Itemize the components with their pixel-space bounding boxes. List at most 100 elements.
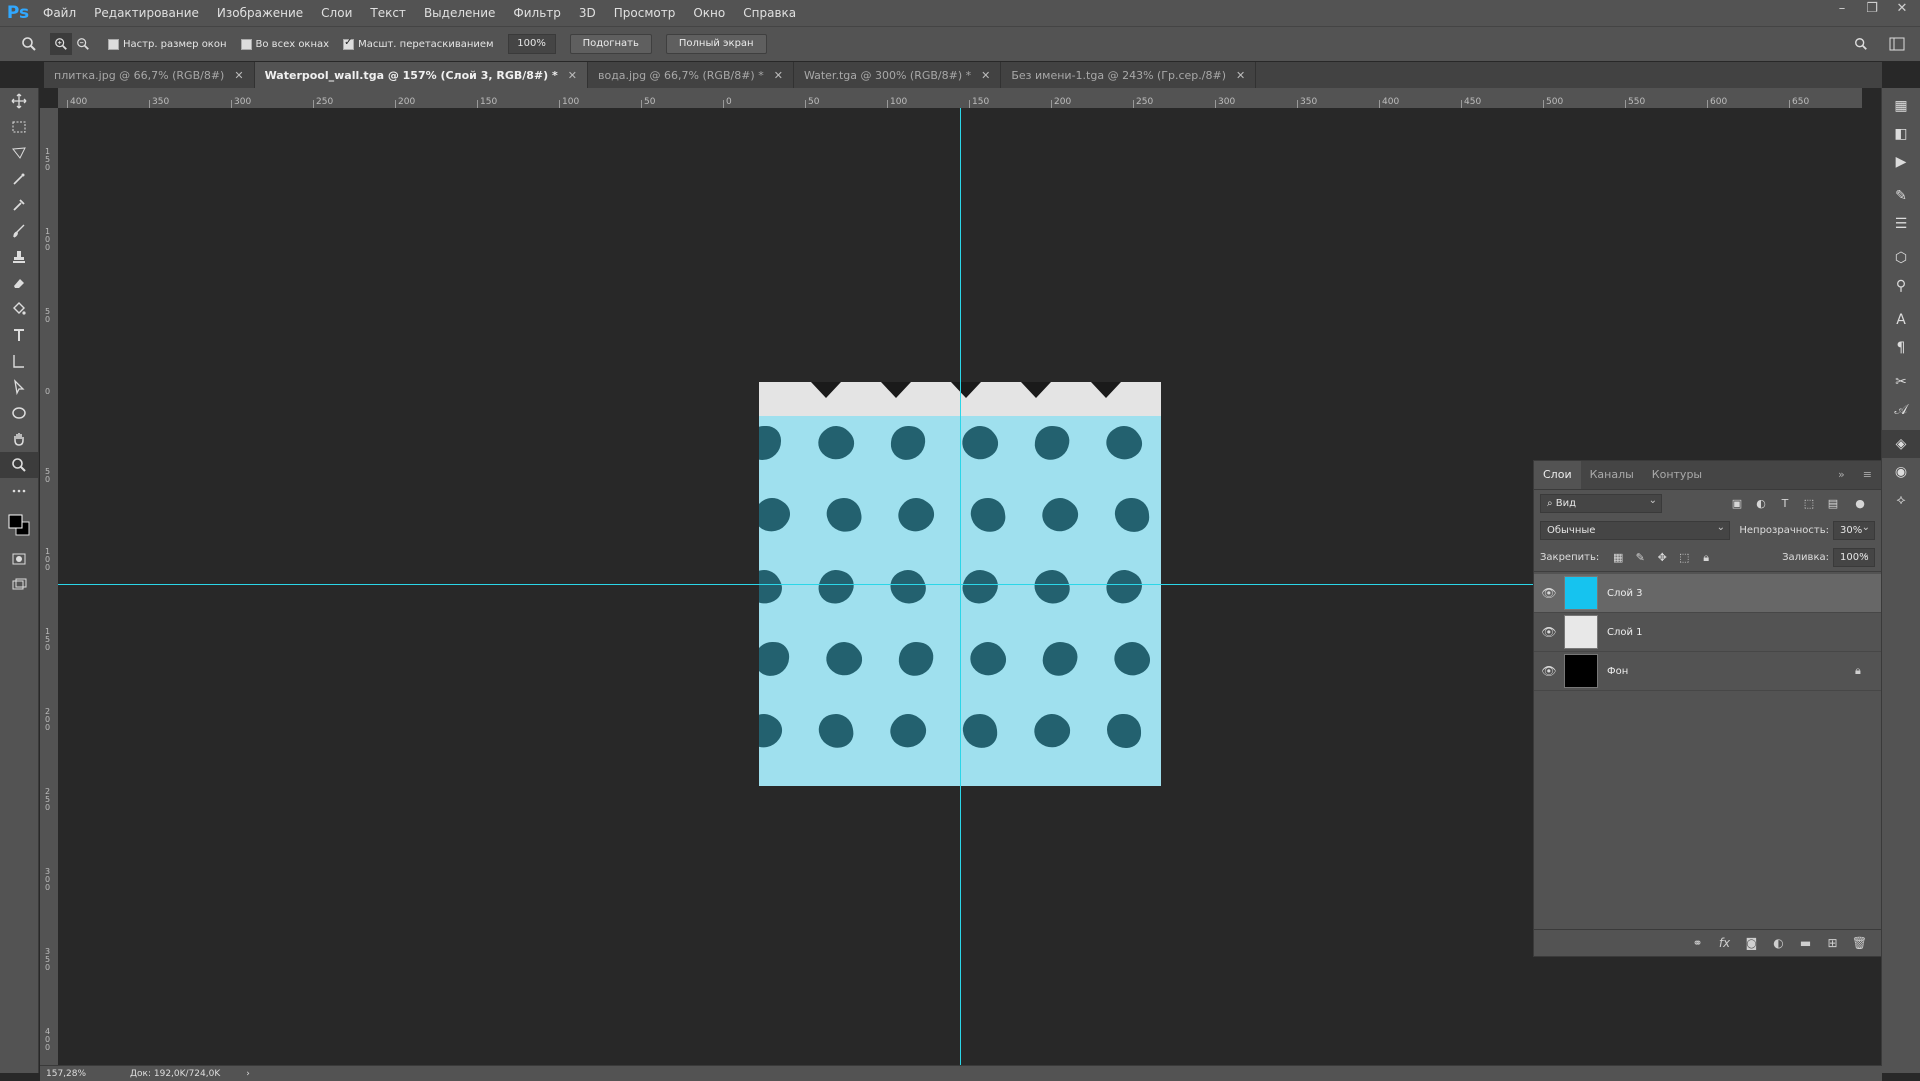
clone-source-icon[interactable]: ⚲ — [1882, 272, 1920, 300]
eraser-tool-icon[interactable] — [0, 270, 38, 296]
workspace-icon[interactable] — [1886, 33, 1908, 55]
menu-item[interactable]: Файл — [34, 6, 85, 20]
document-tab[interactable]: Water.tga @ 300% (RGB/8#) * ✕ — [794, 62, 1002, 88]
link-layers-icon[interactable]: ⚭ — [1684, 936, 1711, 950]
search-icon[interactable] — [1850, 33, 1872, 55]
menu-item[interactable]: Фильтр — [504, 6, 569, 20]
visibility-eye-icon[interactable]: 👁︎ — [1534, 625, 1564, 639]
minimize-button[interactable]: – — [1828, 0, 1856, 18]
filter-pixel-icon[interactable]: ▣ — [1725, 497, 1749, 510]
adjustments-icon[interactable]: ☰ — [1882, 210, 1920, 238]
checkbox-box-checked[interactable] — [343, 37, 355, 50]
close-window-button[interactable]: ✕ — [1888, 0, 1916, 18]
filter-type-icon[interactable]: T — [1773, 497, 1797, 510]
menu-item[interactable]: Просмотр — [605, 6, 685, 20]
3d-panel-icon[interactable]: ⬡ — [1882, 244, 1920, 272]
vertical-guide[interactable] — [960, 108, 961, 1065]
checkbox-box[interactable] — [240, 38, 252, 50]
tool-presets-icon[interactable]: ✂ — [1882, 368, 1920, 396]
channels-panel-icon[interactable]: ◉ — [1882, 458, 1920, 486]
screen-mode-icon[interactable] — [0, 572, 38, 598]
menu-item[interactable]: Окно — [684, 6, 734, 20]
menu-item[interactable]: Выделение — [415, 6, 504, 20]
layers-panel-icon[interactable]: ◈ — [1882, 430, 1920, 458]
eyedropper-tool-icon[interactable] — [0, 192, 38, 218]
delete-layer-trash-icon[interactable]: 🗑︎ — [1846, 936, 1873, 950]
lock-artboard-icon[interactable]: ⬚ — [1673, 551, 1695, 564]
lock-all-icon[interactable]: 🔒︎ — [1695, 551, 1717, 565]
horizontal-guide[interactable] — [58, 584, 1553, 585]
restore-button[interactable]: ❐ — [1858, 0, 1886, 18]
scrubby-zoom-checkbox[interactable]: Масшт. перетаскиванием — [343, 37, 494, 50]
fit-screen-button[interactable]: Подогнать — [569, 34, 652, 54]
filter-toggle-icon[interactable]: ● — [1845, 497, 1875, 510]
layer-row[interactable]: 👁︎ Слой 1 — [1534, 613, 1881, 652]
menu-item[interactable]: Изображение — [208, 6, 312, 20]
quick-mask-icon[interactable] — [0, 546, 38, 572]
filter-shape-icon[interactable]: ⬚ — [1797, 497, 1821, 510]
layer-row[interactable]: 👁︎ Фон 🔒︎ — [1534, 652, 1881, 691]
marquee-tool-icon[interactable] — [0, 114, 38, 140]
lasso-tool-icon[interactable] — [0, 140, 38, 166]
lock-position-icon[interactable]: ✥ — [1651, 551, 1673, 564]
paths-panel-icon[interactable]: ⟡ — [1882, 486, 1920, 514]
resize-windows-checkbox[interactable]: Настр. размер окон — [108, 38, 227, 50]
filter-adjustment-icon[interactable]: ◐ — [1749, 497, 1773, 510]
layer-name[interactable]: Фон — [1607, 666, 1855, 677]
collapse-panel-icon[interactable]: » — [1829, 461, 1854, 489]
layer-row[interactable]: 👁︎ Слой 3 — [1534, 574, 1881, 613]
new-layer-icon[interactable]: ⊞ — [1819, 936, 1846, 950]
properties-panel-icon[interactable]: ◧ — [1882, 120, 1920, 148]
close-tab-icon[interactable]: ✕ — [981, 69, 990, 82]
zoom-tool-preset-icon[interactable] — [18, 33, 40, 55]
opacity-field[interactable]: 30% — [1833, 519, 1875, 540]
document-tab[interactable]: Waterpool_wall.tga @ 157% (Слой 3, RGB/8… — [254, 62, 588, 88]
filter-smart-object-icon[interactable]: ▤ — [1821, 497, 1845, 510]
zoom-status[interactable]: 157,28% — [46, 1069, 106, 1079]
new-group-folder-icon[interactable]: ▬ — [1792, 936, 1819, 950]
doc-size-status[interactable]: Док: 192,0K/724,0K — [130, 1069, 220, 1079]
layer-name[interactable]: Слой 1 — [1607, 627, 1881, 638]
menu-item[interactable]: Справка — [734, 6, 805, 20]
close-tab-icon[interactable]: ✕ — [568, 69, 577, 82]
layer-name[interactable]: Слой 3 — [1607, 588, 1881, 599]
paint-bucket-tool-icon[interactable] — [0, 296, 38, 322]
panel-menu-icon[interactable]: ≡ — [1854, 461, 1881, 489]
close-tab-icon[interactable]: ✕ — [774, 69, 783, 82]
more-tools-icon[interactable] — [0, 478, 38, 504]
checkbox-box[interactable] — [108, 38, 119, 50]
history-panel-icon[interactable]: ▦ — [1882, 92, 1920, 120]
ellipse-tool-icon[interactable] — [0, 400, 38, 426]
paragraph-panel-icon[interactable]: ¶ — [1882, 334, 1920, 362]
document-tab[interactable]: Без имени-1.tga @ 243% (Гр.сер./8#) ✕ — [1001, 62, 1257, 88]
hand-tool-icon[interactable] — [0, 426, 38, 452]
lock-transparency-icon[interactable]: ▦ — [1607, 551, 1629, 564]
status-arrow-icon[interactable]: › — [246, 1069, 250, 1079]
zoom-out-icon[interactable] — [72, 33, 94, 55]
menu-item[interactable]: Редактирование — [85, 6, 208, 20]
zoom-value-field[interactable]: 100% — [507, 34, 556, 54]
layer-filter-select[interactable]: ⌕ Вид — [1540, 492, 1662, 513]
menu-item[interactable]: 3D — [570, 6, 605, 20]
tab-paths[interactable]: Контуры — [1643, 461, 1711, 489]
fx-icon[interactable]: fx — [1711, 936, 1738, 950]
visibility-eye-icon[interactable]: 👁︎ — [1534, 664, 1564, 678]
direct-selection-tool-icon[interactable] — [0, 374, 38, 400]
all-windows-checkbox[interactable]: Во всех окнах — [240, 38, 329, 50]
fill-field[interactable]: 100% — [1833, 546, 1875, 567]
brush-tool-icon[interactable] — [0, 218, 38, 244]
tab-channels[interactable]: Каналы — [1581, 461, 1643, 489]
clone-stamp-tool-icon[interactable] — [0, 244, 38, 270]
document-tab[interactable]: плитка.jpg @ 66,7% (RGB/8#) ✕ — [44, 62, 255, 88]
brush-settings-icon[interactable]: ✎ — [1882, 182, 1920, 210]
zoom-in-icon[interactable] — [50, 33, 72, 55]
move-tool-icon[interactable] — [0, 88, 38, 114]
zoom-tool-icon[interactable] — [0, 452, 38, 478]
fill-screen-button[interactable]: Полный экран — [665, 34, 767, 54]
glyphs-panel-icon[interactable]: 𝒜 — [1882, 396, 1920, 424]
blend-mode-select[interactable]: Обычные — [1540, 519, 1730, 540]
path-selection-tool-icon[interactable] — [0, 348, 38, 374]
lock-pixels-icon[interactable]: ✎ — [1629, 551, 1651, 564]
document-tab[interactable]: вода.jpg @ 66,7% (RGB/8#) * ✕ — [588, 62, 794, 88]
visibility-eye-icon[interactable]: 👁︎ — [1534, 586, 1564, 600]
